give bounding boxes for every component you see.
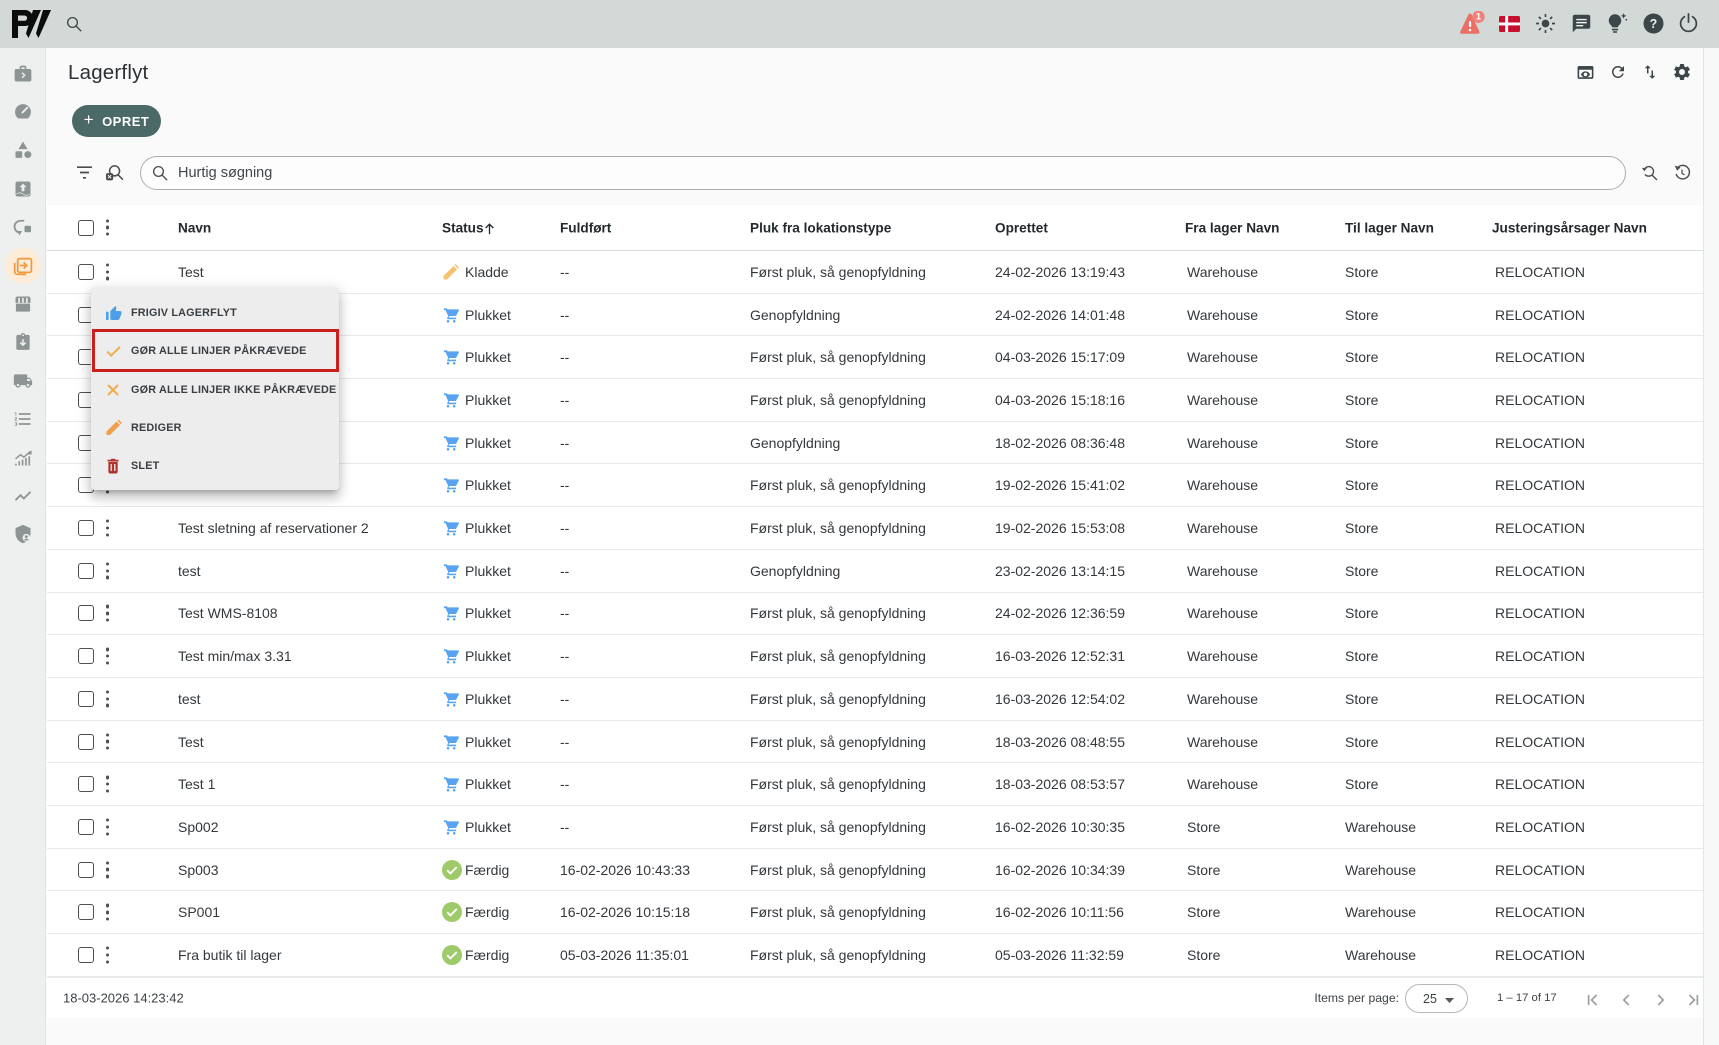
svg-text:1: 1 bbox=[1476, 12, 1481, 22]
svg-text:?: ? bbox=[1650, 17, 1658, 31]
